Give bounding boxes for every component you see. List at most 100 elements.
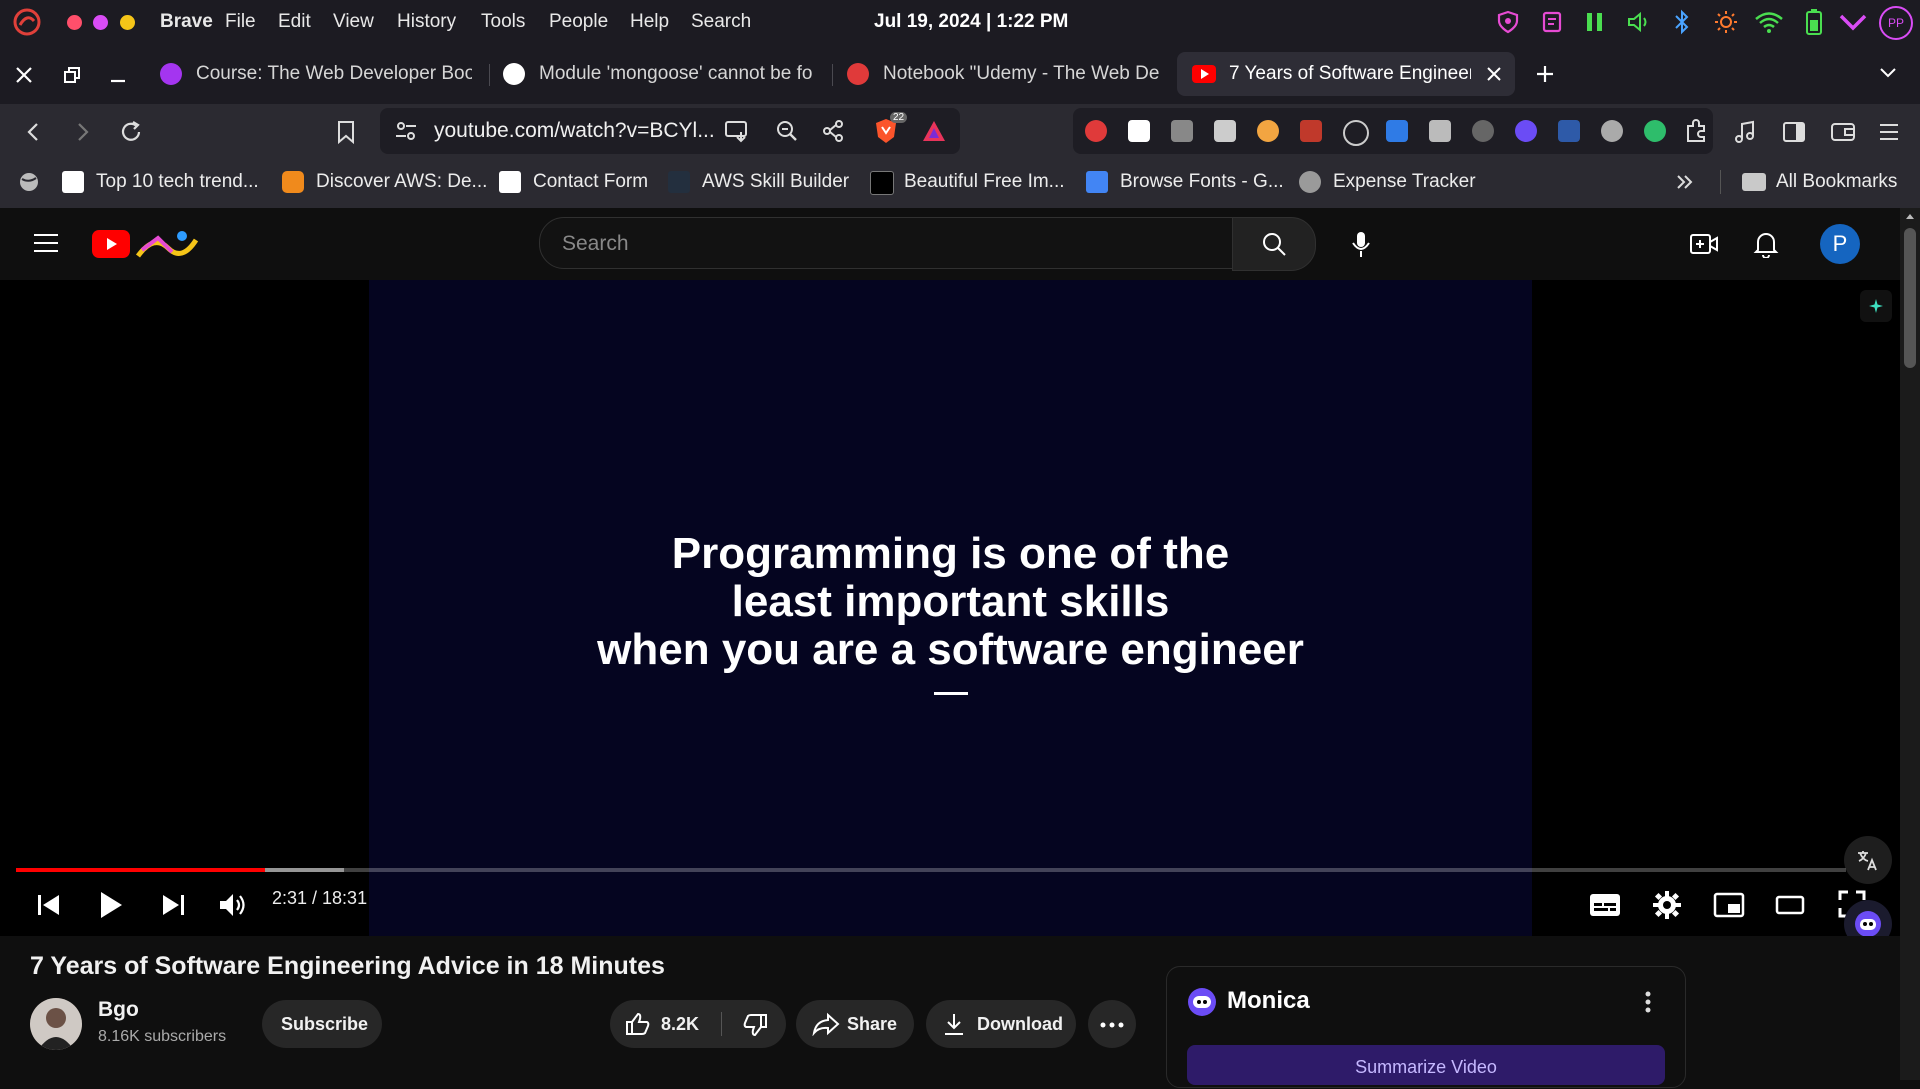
notes-icon[interactable] [1540,10,1564,34]
menu-help[interactable]: Help [630,0,669,44]
menu-search[interactable]: Search [691,0,751,44]
summarize-video-button[interactable]: Summarize Video [1187,1045,1665,1085]
kebab-menu-icon[interactable] [1645,991,1651,1013]
chevron-down-icon[interactable] [1838,12,1868,32]
page-scrollbar[interactable] [1900,208,1920,1080]
bookmark-item[interactable]: Browse Fonts - G... [1086,160,1286,204]
shield-icon[interactable] [1496,10,1520,34]
extensions-puzzle-icon[interactable] [1683,118,1709,144]
dislike-button[interactable] [722,1000,786,1048]
extension-glasses-icon[interactable] [1171,120,1193,142]
extension-person-icon[interactable] [1601,120,1623,142]
site-settings-icon[interactable] [394,120,418,142]
clock[interactable]: Jul 19, 2024 | 1:22 PM [874,0,1068,44]
more-bookmarks-icon[interactable] [1676,174,1694,190]
zoom-icon[interactable] [775,119,799,143]
volume-icon[interactable] [1626,10,1652,34]
close-tab-icon[interactable] [1487,67,1501,81]
tab-youtube-active[interactable]: 7 Years of Software Engineeri [1177,52,1515,96]
pause-icon[interactable] [1583,10,1607,34]
video-player[interactable]: Programming is one of the least importan… [0,280,1900,948]
menu-history[interactable]: History [397,0,456,44]
address-bar[interactable]: youtube.com/watch?v=BCYl... 22 [380,108,960,154]
brave-rewards-icon[interactable] [921,119,947,143]
menu-edit[interactable]: Edit [278,0,311,44]
extension-book-icon[interactable] [1300,120,1322,142]
progress-bar[interactable] [16,868,1846,872]
bookmark-page-icon[interactable] [335,119,357,145]
system-logo-icon[interactable] [12,7,42,37]
menu-brave[interactable]: Brave [160,0,213,44]
brightness-icon[interactable] [1713,9,1739,35]
extension-grid-icon[interactable] [1429,120,1451,142]
more-actions-button[interactable] [1088,1000,1136,1048]
window-maximize-dot[interactable] [120,15,135,30]
bookmark-item[interactable]: Contact Form [499,160,659,204]
music-note-icon[interactable] [1733,119,1757,145]
window-minimize-dot[interactable] [93,15,108,30]
extension-vn-icon[interactable] [1085,120,1107,142]
share-page-icon[interactable] [821,119,845,143]
like-button[interactable]: 8.2K [610,1000,718,1048]
account-avatar[interactable]: P [1820,224,1860,264]
tab-list-chevron-icon[interactable] [1879,66,1897,80]
tab-mongoose[interactable]: Module 'mongoose' cannot be fo [487,52,823,96]
extension-a-icon[interactable] [1558,120,1580,142]
play-icon[interactable] [98,890,124,920]
extension-b-icon[interactable] [1128,120,1150,142]
microphone-icon[interactable] [1351,231,1371,259]
menu-file[interactable]: File [225,0,256,44]
extension-window-icon[interactable] [1386,120,1408,142]
subscribe-button[interactable]: Subscribe [262,1000,382,1048]
wallet-icon[interactable] [1830,120,1856,144]
download-button[interactable]: Download [926,1000,1076,1048]
tab-course[interactable]: Course: The Web Developer Boot [144,52,480,96]
menu-view[interactable]: View [333,0,374,44]
search-button[interactable] [1232,217,1316,271]
extension-web-icon[interactable] [1472,120,1494,142]
bookmark-item[interactable]: Discover AWS: De... [282,160,487,204]
sidebar-toggle-icon[interactable] [1782,120,1806,144]
share-button[interactable]: Share [796,1000,914,1048]
youtube-logo-icon[interactable] [92,230,130,258]
bluetooth-icon[interactable] [1672,9,1692,35]
browser-menu-icon[interactable] [1878,121,1900,143]
tab-notebook[interactable]: Notebook "Udemy - The Web Dev [831,52,1167,96]
wifi-icon[interactable] [1754,10,1784,34]
next-video-icon[interactable] [160,892,186,918]
new-tab-icon[interactable] [1535,64,1555,84]
extension-monica-icon[interactable] [1515,120,1537,142]
extension-clipboard-icon[interactable] [1214,120,1236,142]
install-app-icon[interactable] [724,119,750,143]
search-input[interactable] [560,218,1204,270]
minimize-window-icon[interactable] [108,65,128,85]
notifications-bell-icon[interactable] [1753,230,1779,258]
scrollbar-thumb[interactable] [1904,228,1916,368]
extension-color-icon[interactable] [1257,120,1279,142]
bookmark-item[interactable]: Top 10 tech trend... [62,160,262,204]
theater-mode-icon[interactable] [1775,894,1805,916]
menu-tools[interactable]: Tools [481,0,525,44]
globe-icon[interactable] [18,171,40,193]
channel-avatar[interactable] [30,998,82,1050]
video-frame[interactable]: Programming is one of the least importan… [369,280,1532,936]
bookmark-item[interactable]: Expense Tracker [1299,160,1499,204]
forward-icon[interactable] [70,120,94,144]
extension-alarm-icon[interactable] [1343,120,1369,146]
profile-badge-icon[interactable]: PP [1879,6,1913,40]
menu-people[interactable]: People [549,0,608,44]
bookmark-item[interactable]: AWS Skill Builder [668,160,868,204]
battery-icon[interactable] [1805,8,1823,36]
reload-icon[interactable] [118,119,144,145]
volume-icon[interactable] [218,891,248,919]
translate-button[interactable] [1844,836,1892,884]
hamburger-menu-icon[interactable] [33,233,59,253]
bookmark-item[interactable]: Beautiful Free Im... [870,160,1080,204]
close-window-icon[interactable] [14,65,34,85]
all-bookmarks[interactable]: All Bookmarks [1742,160,1912,204]
scroll-up-icon[interactable] [1905,212,1915,220]
youtube-doodle-icon[interactable] [134,226,200,262]
channel-name[interactable]: Bgo [98,998,139,1022]
miniplayer-icon[interactable] [1713,892,1745,918]
back-icon[interactable] [22,120,46,144]
